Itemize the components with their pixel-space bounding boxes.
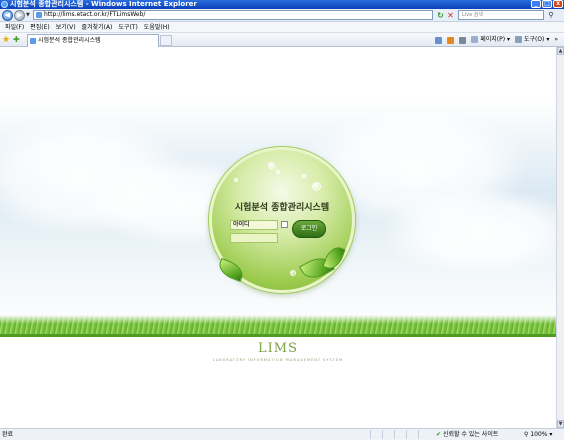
search-input[interactable]: Live 검색	[458, 10, 544, 20]
new-tab-button[interactable]	[160, 35, 172, 46]
tab-active[interactable]: 시험분석 종합관리시스템	[27, 34, 159, 47]
stop-button[interactable]: ✕	[446, 11, 455, 20]
forward-button[interactable]: ▶	[14, 10, 25, 21]
add-favorite-icon[interactable]: ✚	[13, 35, 20, 45]
url-text: http://lims.etact.or.kr/FTLimsWeb/	[44, 11, 146, 18]
scroll-up-icon[interactable]: ▲	[557, 47, 564, 55]
status-divider	[394, 430, 404, 439]
scroll-down-icon[interactable]: ▼	[557, 420, 564, 428]
status-divider	[370, 430, 380, 439]
grass-ground	[0, 334, 556, 337]
menu-item-file[interactable]: 파일(F)	[5, 22, 24, 32]
water-drop	[234, 178, 238, 182]
tools-menu-label: 도구(O)	[523, 36, 545, 43]
menu-item-edit[interactable]: 편집(E)	[30, 22, 50, 32]
water-drop	[312, 182, 321, 191]
water-drop	[276, 170, 280, 174]
page-menu-label: 페이지(P)	[480, 36, 506, 43]
back-arrow-icon: ◀	[4, 11, 11, 19]
zoom-level: 100%	[530, 431, 548, 438]
cloud-right-low	[380, 187, 556, 277]
page-menu[interactable]: 페이지(P) ▾	[471, 34, 510, 46]
system-title: 시험분석 종합관리시스템	[234, 203, 330, 213]
back-button[interactable]: ◀	[2, 10, 13, 21]
status-divider	[406, 430, 416, 439]
address-input[interactable]: http://lims.etact.or.kr/FTLimsWeb/ ▼	[33, 10, 433, 20]
command-bar: 페이지(P) ▾ 도구(O) ▾ »	[435, 34, 558, 46]
user-id-input[interactable]: 아이디	[230, 220, 278, 230]
ie-icon	[1, 1, 8, 8]
status-text: 완료	[2, 431, 14, 438]
status-divider	[382, 430, 392, 439]
zoom-control[interactable]: ⚲ 100% ▾	[524, 429, 552, 440]
save-id-checkbox[interactable]	[281, 221, 288, 228]
window-controls: _ □ x	[531, 0, 563, 9]
maximize-button[interactable]: □	[542, 0, 552, 8]
menu-item-favorites[interactable]: 즐겨찾기(A)	[82, 22, 113, 32]
tab-bar: ★ ✚ 시험분석 종합관리시스템 페이지(P) ▾ 도구(O) ▾ »	[0, 33, 564, 47]
water-drop	[302, 174, 306, 178]
page-icon	[36, 12, 42, 18]
status-divider	[418, 430, 428, 439]
gear-icon	[515, 36, 523, 43]
vertical-scrollbar[interactable]: ▲ ▼	[556, 47, 564, 428]
zone-label: 신뢰할 수 있는 사이트	[442, 431, 499, 438]
more-chevron-icon[interactable]: »	[554, 34, 558, 46]
water-drop	[290, 270, 296, 276]
minimize-button[interactable]: _	[531, 0, 541, 8]
close-button[interactable]: x	[553, 0, 563, 8]
menu-item-help[interactable]: 도움말(H)	[144, 22, 170, 32]
page-content: 시험분석 종합관리시스템 아이디 로그인 LIMS LABORATORY INF…	[0, 47, 556, 428]
magnifier-icon: ⚲	[524, 431, 529, 438]
login-button[interactable]: 로그인	[292, 220, 326, 238]
address-toolbar: ◀ ▶ ▼ http://lims.etact.or.kr/FTLimsWeb/…	[0, 9, 564, 22]
lims-tagline: LABORATORY INFORMATION MANAGEMENT SYSTEM	[212, 358, 344, 362]
history-dropdown-icon[interactable]: ▼	[26, 12, 30, 18]
menu-item-view[interactable]: 보기(V)	[56, 22, 76, 32]
menu-bar: 파일(F) 편집(E) 보기(V) 즐겨찾기(A) 도구(T) 도움말(H)	[0, 22, 564, 33]
favorites-star-icon[interactable]: ★	[2, 35, 10, 45]
window-title: 시험분석 종합관리시스템 - Windows Internet Explorer	[10, 0, 197, 8]
print-icon[interactable]	[459, 36, 467, 44]
status-bar: 완료 ✔ 신뢰할 수 있는 사이트 ⚲ 100% ▾	[0, 428, 564, 440]
page-icon	[471, 36, 479, 43]
feeds-icon[interactable]	[447, 36, 455, 44]
tab-label: 시험분석 종합관리시스템	[38, 37, 101, 44]
trusted-check-icon: ✔	[436, 431, 442, 438]
search-icon[interactable]: ⚲	[546, 10, 556, 20]
login-panel: 시험분석 종합관리시스템 아이디 로그인	[209, 147, 355, 293]
password-input[interactable]	[230, 233, 278, 243]
leaf-left	[216, 258, 246, 282]
refresh-button[interactable]: ↻	[436, 11, 445, 20]
water-drop	[268, 162, 275, 169]
page-icon	[30, 38, 36, 44]
window-title-bar: 시험분석 종합관리시스템 - Windows Internet Explorer…	[0, 0, 564, 9]
forward-arrow-icon: ▶	[16, 11, 23, 19]
lims-logo: LIMS	[258, 341, 298, 356]
home-icon[interactable]	[435, 36, 443, 44]
tools-menu[interactable]: 도구(O) ▾	[515, 34, 549, 46]
security-zone[interactable]: ✔ 신뢰할 수 있는 사이트	[436, 429, 498, 440]
menu-item-tools[interactable]: 도구(T)	[118, 22, 137, 32]
